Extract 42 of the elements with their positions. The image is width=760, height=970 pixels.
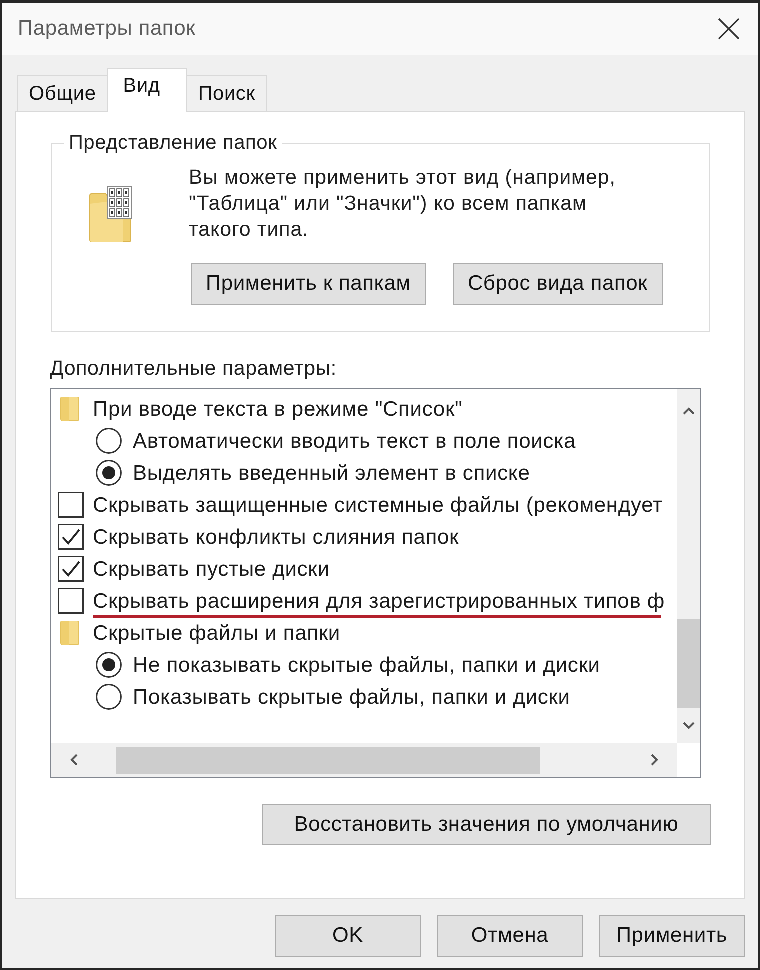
vertical-scrollbar[interactable] [677,389,700,743]
dialog-button[interactable]: OK [275,915,421,957]
scrollbar-thumb[interactable] [116,746,540,774]
radio-button[interactable] [96,460,122,486]
restore-defaults-button[interactable]: Восстановить значения по умолчанию [262,804,711,845]
window-title: Параметры папок [18,17,196,41]
description-text: Вы можете применить этот вид (например, "Таблица" или "Значки") ко всем папкам такого типа. [189,165,616,243]
checkbox[interactable] [58,524,84,550]
checkbox[interactable] [58,588,84,614]
dialog-button[interactable]: Применить к папкам [191,263,426,305]
dialog-button[interactable]: Применить [599,915,745,957]
option-label: Выделять введенный элемент в списке [133,460,530,486]
tab[interactable]: Поиск [186,75,268,111]
scroll-right-icon[interactable] [650,754,658,766]
tab[interactable]: Вид [107,68,188,112]
option-label: Скрывать пустые диски [93,556,330,582]
scroll-down-icon[interactable] [682,722,694,730]
horizontal-scrollbar[interactable] [51,743,677,777]
option-label: Не показывать скрытые файлы, папки и диски [133,652,600,678]
folder-grid-icon [89,186,133,242]
option-label: Скрывать защищенные системные файлы (рекомендует [93,492,663,518]
checkbox[interactable] [58,556,84,582]
scroll-left-icon[interactable] [70,754,78,766]
folder-icon [60,397,80,421]
tab[interactable]: Общие [17,75,108,111]
scrollbar-thumb[interactable] [677,619,700,708]
dialog-button[interactable]: Сброс вида папок [452,263,663,305]
close-icon[interactable] [718,18,740,40]
folder-icon [60,621,80,645]
option-label: Показывать скрытые файлы, папки и диски [133,684,570,710]
radio-button[interactable] [96,652,122,678]
category-label: Скрытые файлы и папки [93,620,340,646]
section-label: Дополнительные параметры: [50,357,337,381]
dialog-button[interactable]: Отмена [437,915,583,957]
radio-button[interactable] [96,684,122,710]
scroll-up-icon[interactable] [682,407,694,415]
option-label: Автоматически вводить текст в поле поиска [133,428,576,454]
radio-button[interactable] [96,428,122,454]
option-label: Скрывать конфликты слияния папок [93,524,460,550]
option-label: Скрывать расширения для зарегистрированных типов ф [93,588,666,614]
checkbox[interactable] [58,492,84,518]
category-label: При вводе текста в режиме "Список" [93,396,463,422]
